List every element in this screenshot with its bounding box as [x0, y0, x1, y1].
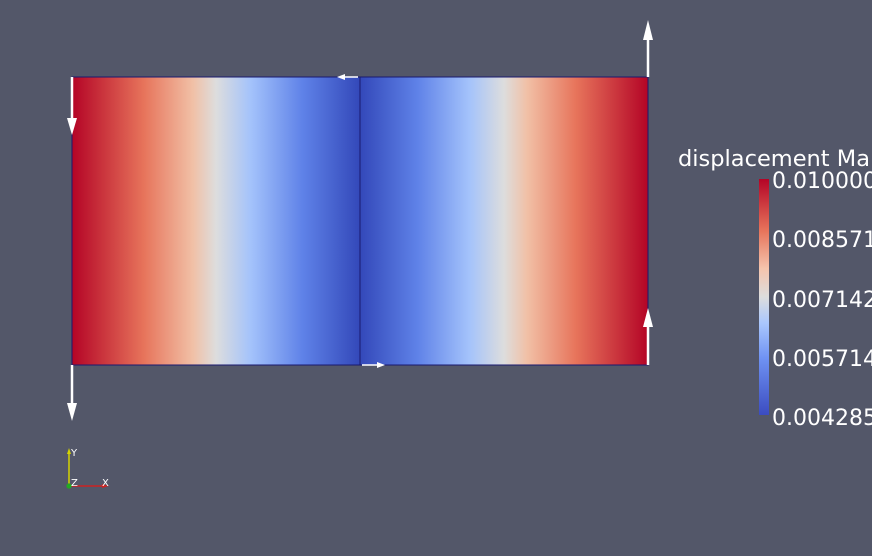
scalar-bar-label: 0.007142 [772, 288, 872, 313]
scalar-bar-label-max: 0.010000 [772, 169, 872, 194]
scalar-bar-label-min: 0.004285 [772, 406, 872, 431]
scalar-bar-gradient [759, 179, 769, 415]
scalar-bar-label: 0.005714 [772, 347, 872, 372]
arrow-up-icon [643, 20, 653, 77]
axis-label-x: X [102, 478, 109, 489]
arrow-down-icon [67, 365, 77, 421]
render-view[interactable]: Y Z X displacement Ma 0.010000 0.008571 … [0, 0, 872, 556]
orientation-axes: Y Z X [66, 448, 109, 489]
axis-label-y: Y [70, 448, 78, 459]
render-canvas[interactable]: Y Z X [0, 0, 872, 556]
scalar-bar-label: 0.008571 [772, 228, 872, 253]
mesh-block-right [360, 77, 648, 365]
mesh-block-left [72, 77, 360, 365]
axis-label-z: Z [71, 478, 78, 489]
